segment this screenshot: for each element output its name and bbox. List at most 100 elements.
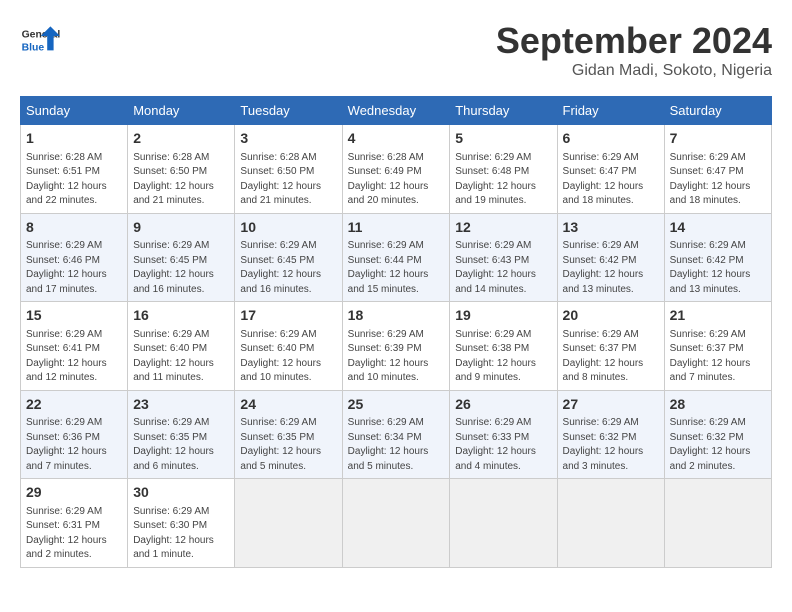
calendar-cell: 4Sunrise: 6:28 AM Sunset: 6:49 PM Daylig… — [342, 125, 450, 214]
day-info: Sunrise: 6:29 AM Sunset: 6:32 PM Dayligh… — [563, 416, 659, 474]
day-number: 4 — [348, 129, 445, 149]
day-number: 29 — [26, 483, 122, 503]
weekday-header: Sunday — [21, 97, 128, 125]
day-info: Sunrise: 6:29 AM Sunset: 6:42 PM Dayligh… — [670, 239, 766, 297]
day-info: Sunrise: 6:29 AM Sunset: 6:48 PM Dayligh… — [455, 151, 551, 209]
day-info: Sunrise: 6:29 AM Sunset: 6:36 PM Dayligh… — [26, 416, 122, 474]
day-info: Sunrise: 6:28 AM Sunset: 6:51 PM Dayligh… — [26, 151, 122, 209]
day-info: Sunrise: 6:28 AM Sunset: 6:49 PM Dayligh… — [348, 151, 445, 209]
calendar-cell: 13Sunrise: 6:29 AM Sunset: 6:42 PM Dayli… — [557, 213, 664, 302]
day-number: 20 — [563, 306, 659, 326]
calendar-cell: 5Sunrise: 6:29 AM Sunset: 6:48 PM Daylig… — [450, 125, 557, 214]
logo-icon: General Blue — [20, 20, 60, 60]
logo: General Blue — [20, 20, 60, 60]
day-info: Sunrise: 6:29 AM Sunset: 6:43 PM Dayligh… — [455, 239, 551, 297]
weekday-header: Friday — [557, 97, 664, 125]
calendar-cell: 19Sunrise: 6:29 AM Sunset: 6:38 PM Dayli… — [450, 302, 557, 391]
day-info: Sunrise: 6:29 AM Sunset: 6:37 PM Dayligh… — [563, 328, 659, 386]
calendar-week-row: 15Sunrise: 6:29 AM Sunset: 6:41 PM Dayli… — [21, 302, 772, 391]
calendar-cell — [450, 479, 557, 568]
title-area: September 2024 Gidan Madi, Sokoto, Niger… — [496, 20, 772, 80]
day-number: 7 — [670, 129, 766, 149]
calendar-week-row: 29Sunrise: 6:29 AM Sunset: 6:31 PM Dayli… — [21, 479, 772, 568]
calendar-cell: 14Sunrise: 6:29 AM Sunset: 6:42 PM Dayli… — [664, 213, 771, 302]
calendar-week-row: 8Sunrise: 6:29 AM Sunset: 6:46 PM Daylig… — [21, 213, 772, 302]
day-info: Sunrise: 6:29 AM Sunset: 6:33 PM Dayligh… — [455, 416, 551, 474]
day-info: Sunrise: 6:29 AM Sunset: 6:38 PM Dayligh… — [455, 328, 551, 386]
calendar-cell: 27Sunrise: 6:29 AM Sunset: 6:32 PM Dayli… — [557, 390, 664, 479]
day-number: 3 — [240, 129, 336, 149]
svg-text:Blue: Blue — [22, 42, 45, 53]
day-number: 2 — [133, 129, 229, 149]
day-info: Sunrise: 6:29 AM Sunset: 6:47 PM Dayligh… — [563, 151, 659, 209]
day-info: Sunrise: 6:29 AM Sunset: 6:35 PM Dayligh… — [133, 416, 229, 474]
calendar-cell: 30Sunrise: 6:29 AM Sunset: 6:30 PM Dayli… — [128, 479, 235, 568]
day-number: 26 — [455, 395, 551, 415]
day-number: 25 — [348, 395, 445, 415]
day-info: Sunrise: 6:29 AM Sunset: 6:30 PM Dayligh… — [133, 505, 229, 563]
weekday-header: Monday — [128, 97, 235, 125]
day-info: Sunrise: 6:29 AM Sunset: 6:45 PM Dayligh… — [133, 239, 229, 297]
calendar-cell: 15Sunrise: 6:29 AM Sunset: 6:41 PM Dayli… — [21, 302, 128, 391]
calendar-cell: 23Sunrise: 6:29 AM Sunset: 6:35 PM Dayli… — [128, 390, 235, 479]
day-info: Sunrise: 6:29 AM Sunset: 6:39 PM Dayligh… — [348, 328, 445, 386]
weekday-header-row: SundayMondayTuesdayWednesdayThursdayFrid… — [21, 97, 772, 125]
day-number: 24 — [240, 395, 336, 415]
page-header: General Blue September 2024 Gidan Madi, … — [20, 20, 772, 80]
calendar-cell: 8Sunrise: 6:29 AM Sunset: 6:46 PM Daylig… — [21, 213, 128, 302]
day-info: Sunrise: 6:29 AM Sunset: 6:46 PM Dayligh… — [26, 239, 122, 297]
day-number: 30 — [133, 483, 229, 503]
calendar-cell: 25Sunrise: 6:29 AM Sunset: 6:34 PM Dayli… — [342, 390, 450, 479]
weekday-header: Thursday — [450, 97, 557, 125]
day-info: Sunrise: 6:29 AM Sunset: 6:37 PM Dayligh… — [670, 328, 766, 386]
calendar-week-row: 1Sunrise: 6:28 AM Sunset: 6:51 PM Daylig… — [21, 125, 772, 214]
calendar-cell: 28Sunrise: 6:29 AM Sunset: 6:32 PM Dayli… — [664, 390, 771, 479]
day-number: 13 — [563, 218, 659, 238]
day-number: 6 — [563, 129, 659, 149]
day-number: 22 — [26, 395, 122, 415]
calendar-cell — [235, 479, 342, 568]
day-number: 21 — [670, 306, 766, 326]
calendar-table: SundayMondayTuesdayWednesdayThursdayFrid… — [20, 96, 772, 568]
day-info: Sunrise: 6:29 AM Sunset: 6:45 PM Dayligh… — [240, 239, 336, 297]
day-number: 5 — [455, 129, 551, 149]
location-title: Gidan Madi, Sokoto, Nigeria — [496, 62, 772, 80]
day-info: Sunrise: 6:29 AM Sunset: 6:35 PM Dayligh… — [240, 416, 336, 474]
calendar-cell: 18Sunrise: 6:29 AM Sunset: 6:39 PM Dayli… — [342, 302, 450, 391]
day-number: 18 — [348, 306, 445, 326]
calendar-cell: 2Sunrise: 6:28 AM Sunset: 6:50 PM Daylig… — [128, 125, 235, 214]
weekday-header: Tuesday — [235, 97, 342, 125]
calendar-cell: 7Sunrise: 6:29 AM Sunset: 6:47 PM Daylig… — [664, 125, 771, 214]
day-info: Sunrise: 6:28 AM Sunset: 6:50 PM Dayligh… — [133, 151, 229, 209]
calendar-cell: 20Sunrise: 6:29 AM Sunset: 6:37 PM Dayli… — [557, 302, 664, 391]
calendar-cell: 6Sunrise: 6:29 AM Sunset: 6:47 PM Daylig… — [557, 125, 664, 214]
day-info: Sunrise: 6:29 AM Sunset: 6:40 PM Dayligh… — [240, 328, 336, 386]
calendar-week-row: 22Sunrise: 6:29 AM Sunset: 6:36 PM Dayli… — [21, 390, 772, 479]
day-info: Sunrise: 6:29 AM Sunset: 6:42 PM Dayligh… — [563, 239, 659, 297]
day-info: Sunrise: 6:29 AM Sunset: 6:44 PM Dayligh… — [348, 239, 445, 297]
day-info: Sunrise: 6:29 AM Sunset: 6:41 PM Dayligh… — [26, 328, 122, 386]
day-number: 16 — [133, 306, 229, 326]
calendar-cell: 29Sunrise: 6:29 AM Sunset: 6:31 PM Dayli… — [21, 479, 128, 568]
calendar-cell: 9Sunrise: 6:29 AM Sunset: 6:45 PM Daylig… — [128, 213, 235, 302]
day-info: Sunrise: 6:28 AM Sunset: 6:50 PM Dayligh… — [240, 151, 336, 209]
day-number: 10 — [240, 218, 336, 238]
calendar-cell: 1Sunrise: 6:28 AM Sunset: 6:51 PM Daylig… — [21, 125, 128, 214]
calendar-cell — [664, 479, 771, 568]
day-number: 19 — [455, 306, 551, 326]
calendar-cell: 17Sunrise: 6:29 AM Sunset: 6:40 PM Dayli… — [235, 302, 342, 391]
day-number: 17 — [240, 306, 336, 326]
day-number: 9 — [133, 218, 229, 238]
day-number: 12 — [455, 218, 551, 238]
calendar-cell: 10Sunrise: 6:29 AM Sunset: 6:45 PM Dayli… — [235, 213, 342, 302]
weekday-header: Saturday — [664, 97, 771, 125]
day-info: Sunrise: 6:29 AM Sunset: 6:31 PM Dayligh… — [26, 505, 122, 563]
day-info: Sunrise: 6:29 AM Sunset: 6:34 PM Dayligh… — [348, 416, 445, 474]
calendar-cell: 21Sunrise: 6:29 AM Sunset: 6:37 PM Dayli… — [664, 302, 771, 391]
day-number: 8 — [26, 218, 122, 238]
calendar-cell: 3Sunrise: 6:28 AM Sunset: 6:50 PM Daylig… — [235, 125, 342, 214]
month-title: September 2024 — [496, 20, 772, 62]
calendar-cell — [342, 479, 450, 568]
weekday-header: Wednesday — [342, 97, 450, 125]
calendar-cell: 11Sunrise: 6:29 AM Sunset: 6:44 PM Dayli… — [342, 213, 450, 302]
